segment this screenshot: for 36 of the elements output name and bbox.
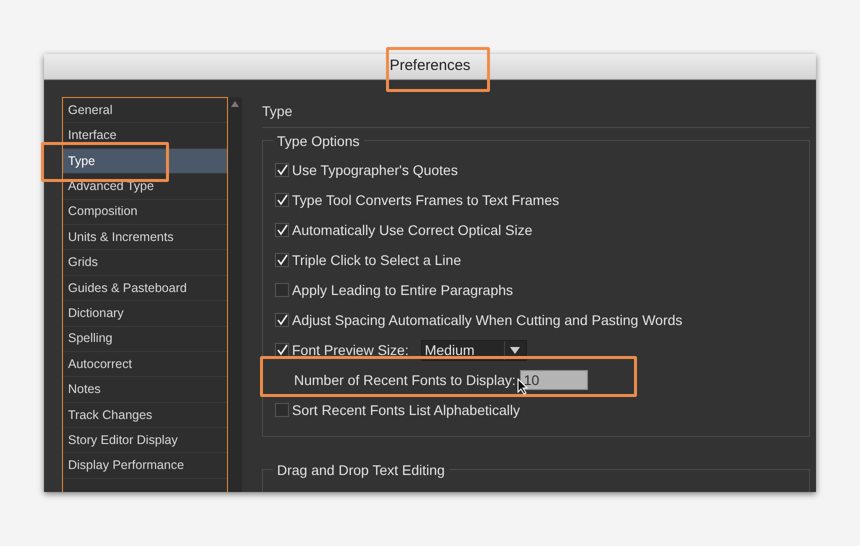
- scroll-up-icon[interactable]: [231, 101, 239, 107]
- option-label: Use Typographer's Quotes: [292, 160, 458, 180]
- window-title: Preferences: [390, 56, 470, 76]
- section-heading: Type: [262, 103, 292, 119]
- category-item[interactable]: Guides & Pasteboard: [63, 276, 227, 302]
- category-item[interactable]: Track Changes: [63, 402, 227, 428]
- option-label: Font Preview Size:: [292, 340, 409, 360]
- checkbox[interactable]: [275, 283, 289, 297]
- checkbox[interactable]: [275, 163, 289, 177]
- category-item[interactable]: Notes: [63, 377, 227, 403]
- option-label: Type Tool Converts Frames to Text Frames: [292, 190, 560, 210]
- checkbox[interactable]: [275, 223, 289, 237]
- category-item[interactable]: Autocorrect: [63, 352, 227, 378]
- checkbox[interactable]: [275, 253, 289, 267]
- category-item[interactable]: Dictionary: [63, 301, 227, 327]
- checkbox[interactable]: [275, 343, 289, 357]
- category-item[interactable]: Composition: [63, 200, 227, 225]
- category-item[interactable]: General: [63, 98, 227, 124]
- category-item[interactable]: Advanced Type: [63, 174, 227, 200]
- option-label: Automatically Use Correct Optical Size: [292, 220, 532, 240]
- option-label: Apply Leading to Entire Paragraphs: [292, 280, 514, 300]
- category-item[interactable]: Units & Increments: [63, 224, 227, 250]
- option-label: Number of Recent Fonts to Display:: [294, 370, 516, 390]
- caret-icon: [510, 346, 520, 354]
- option-label: Adjust Spacing Automatically When Cutting and Pasting Words: [292, 310, 682, 330]
- number-field[interactable]: 10: [520, 370, 588, 390]
- category-item[interactable]: Grids: [63, 250, 227, 276]
- checkbox[interactable]: [275, 313, 289, 327]
- checkbox[interactable]: [275, 403, 289, 417]
- option-label: Sort Recent Fonts List Alphabetically: [292, 400, 520, 420]
- checkbox[interactable]: [275, 193, 289, 207]
- category-item[interactable]: Type: [63, 148, 227, 174]
- category-item[interactable]: Spelling: [63, 326, 227, 352]
- option-label: Triple Click to Select a Line: [292, 250, 462, 270]
- category-item[interactable]: Story Editor Display: [63, 428, 227, 454]
- category-item[interactable]: Display Performance: [63, 453, 227, 479]
